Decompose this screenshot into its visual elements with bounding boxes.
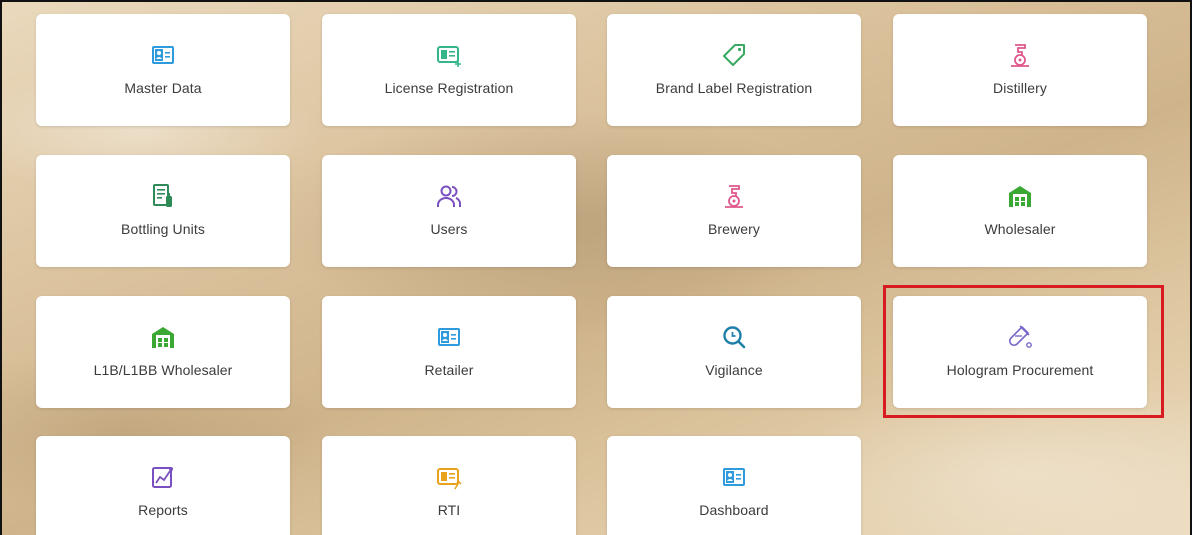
tile-distillery[interactable]: Distillery (893, 14, 1147, 126)
tile-license-registration[interactable]: License Registration (322, 14, 576, 126)
tile-label: Bottling Units (121, 221, 205, 237)
tile-label: Wholesaler (984, 221, 1056, 237)
id-card-plus-icon (436, 42, 462, 68)
tile-label: Hologram Procurement (946, 362, 1094, 378)
tile-label: Users (430, 221, 468, 237)
magnifier-icon (721, 324, 747, 350)
tile-vigilance[interactable]: Vigilance (607, 296, 861, 408)
id-card-icon (436, 324, 462, 350)
tile-label: License Registration (384, 80, 514, 96)
bottling-document-icon (150, 183, 176, 209)
tile-label: Dashboard (699, 502, 769, 518)
tile-label: Vigilance (705, 362, 763, 378)
tile-reports[interactable]: Reports (36, 436, 290, 535)
rti-card-icon (436, 464, 462, 490)
warehouse-icon (1007, 183, 1033, 209)
tile-brewery[interactable]: Brewery (607, 155, 861, 267)
tile-label: Master Data (124, 80, 202, 96)
distillery-icon (1007, 42, 1033, 68)
tile-label: Retailer (424, 362, 474, 378)
tile-hologram-procurement[interactable]: Hologram Procurement (893, 296, 1147, 408)
tile-label: Brand Label Registration (655, 80, 813, 96)
module-grid-background: Master Data License Registration Brand L… (0, 0, 1192, 535)
id-card-icon (721, 464, 747, 490)
tile-users[interactable]: Users (322, 155, 576, 267)
report-chart-icon (150, 464, 176, 490)
tile-label: Distillery (993, 80, 1047, 96)
tile-label: Reports (138, 502, 188, 518)
tile-brand-label-registration[interactable]: Brand Label Registration (607, 14, 861, 126)
tile-bottling-units[interactable]: Bottling Units (36, 155, 290, 267)
tile-rti[interactable]: RTI (322, 436, 576, 535)
tile-wholesaler[interactable]: Wholesaler (893, 155, 1147, 267)
users-icon (436, 183, 462, 209)
warehouse-icon (150, 324, 176, 350)
brewery-icon (721, 183, 747, 209)
id-card-icon (150, 42, 176, 68)
tile-retailer[interactable]: Retailer (322, 296, 576, 408)
tile-master-data[interactable]: Master Data (36, 14, 290, 126)
tile-dashboard[interactable]: Dashboard (607, 436, 861, 535)
tile-label: RTI (437, 502, 461, 518)
tile-l1b-l1bb-wholesaler[interactable]: L1B/L1BB Wholesaler (36, 296, 290, 408)
tile-label: L1B/L1BB Wholesaler (93, 362, 233, 378)
tag-icon (721, 42, 747, 68)
tile-label: Brewery (707, 221, 761, 237)
test-tube-icon (1007, 324, 1033, 350)
